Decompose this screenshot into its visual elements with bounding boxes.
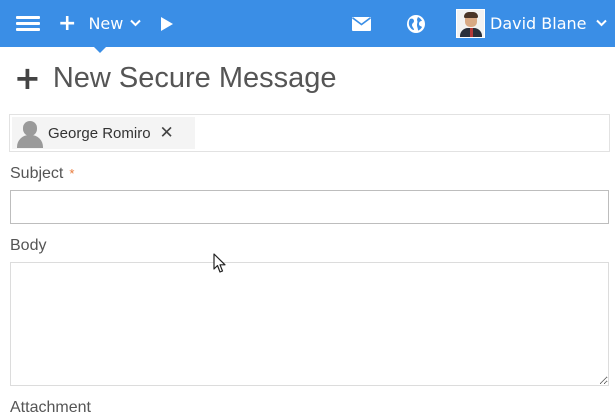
menu-button[interactable] bbox=[16, 0, 41, 47]
person-icon bbox=[14, 118, 46, 148]
chevron-down-icon bbox=[595, 17, 607, 30]
recipients-field[interactable]: George Romiro ✕ bbox=[9, 114, 610, 152]
attachment-label: Attachment bbox=[10, 399, 91, 415]
recipient-name: George Romiro bbox=[48, 124, 151, 142]
subject-label: Subject * bbox=[10, 165, 74, 183]
remove-recipient-icon[interactable]: ✕ bbox=[160, 123, 174, 143]
play-icon bbox=[161, 16, 173, 31]
active-menu-pointer bbox=[94, 47, 106, 53]
top-bar: + New David Blane bbox=[0, 0, 615, 53]
menu-icon bbox=[16, 15, 40, 33]
recipient-chip: George Romiro ✕ bbox=[12, 117, 195, 149]
new-menu-label: New bbox=[88, 14, 124, 33]
play-button[interactable] bbox=[160, 0, 173, 47]
subject-label-text: Subject bbox=[10, 165, 64, 182]
plus-icon: + bbox=[14, 59, 41, 97]
new-menu-button[interactable]: + New bbox=[58, 0, 142, 47]
required-marker: * bbox=[69, 166, 75, 181]
user-menu[interactable]: David Blane bbox=[456, 0, 607, 47]
body-textarea[interactable] bbox=[10, 262, 609, 386]
page-title-text: New Secure Message bbox=[52, 61, 337, 94]
chevron-down-icon bbox=[130, 17, 142, 30]
plus-icon: + bbox=[58, 10, 77, 36]
mouse-cursor-icon bbox=[213, 253, 226, 273]
mail-icon bbox=[352, 16, 371, 31]
page-title: + New Secure Message bbox=[14, 58, 337, 98]
mail-button[interactable] bbox=[352, 0, 371, 47]
subject-input[interactable] bbox=[10, 190, 609, 224]
avatar bbox=[456, 9, 485, 38]
globe-button[interactable] bbox=[406, 0, 426, 47]
user-name: David Blane bbox=[490, 14, 587, 33]
globe-icon bbox=[407, 14, 425, 33]
body-label: Body bbox=[10, 237, 47, 254]
